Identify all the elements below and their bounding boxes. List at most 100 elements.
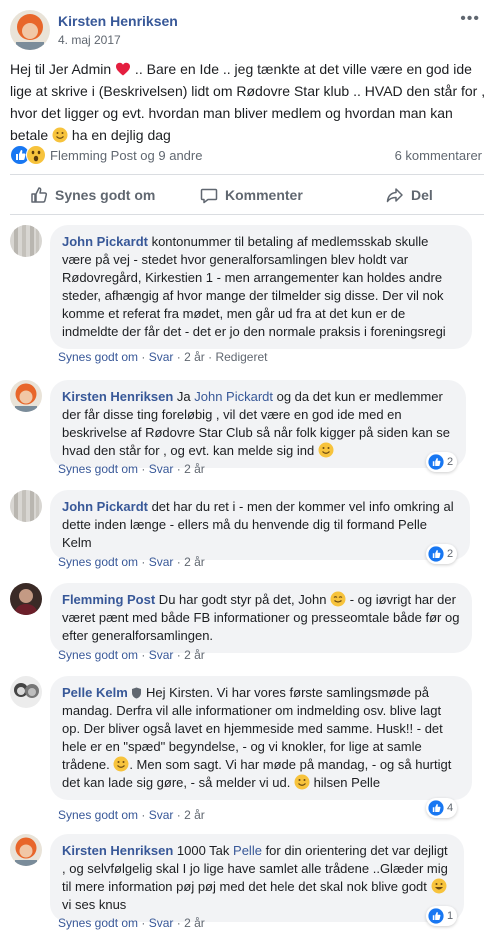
comment-icon: [200, 188, 218, 204]
comment-bubble: Kirsten Henriksen Ja John Pickardt og da…: [50, 380, 466, 468]
comment-author[interactable]: Pelle Kelm: [62, 685, 128, 700]
comment-author[interactable]: Kirsten Henriksen: [62, 843, 173, 858]
comment-text: Ja: [173, 389, 195, 404]
comment-time[interactable]: 2 år: [184, 555, 205, 569]
comment-like-count[interactable]: 4: [426, 798, 458, 818]
commenter-avatar[interactable]: [10, 225, 42, 257]
comment-text: hilsen Pelle: [309, 775, 381, 790]
comment-time[interactable]: 2 år: [184, 916, 205, 930]
comment-author[interactable]: Flemming Post: [62, 592, 155, 607]
comment-text: kontonummer til betaling af medlemsskab …: [62, 234, 446, 339]
comment-text: vi ses knus: [62, 897, 127, 912]
comment-reply-link[interactable]: Svar: [149, 350, 174, 364]
thumbs-up-icon: [31, 187, 48, 203]
comment-meta: Synes godt om · Svar · 2 år: [58, 808, 205, 822]
post-header: Kirsten Henriksen 4. maj 2017 •••: [10, 10, 484, 50]
meta-separator: ·: [138, 648, 149, 662]
grin-emoji-icon: [431, 878, 447, 894]
smile-emoji-icon: [113, 756, 129, 772]
like-reaction-icon: [428, 454, 444, 470]
comment-like-link[interactable]: Synes godt om: [58, 808, 138, 822]
comment-mention[interactable]: Pelle: [233, 843, 262, 858]
meta-separator: ·: [173, 555, 185, 569]
like-count-value: 1: [447, 910, 454, 922]
comment-reply-link[interactable]: Svar: [149, 808, 174, 822]
comment-meta: Synes godt om · Svar · 2 år: [58, 648, 205, 662]
comment-like-link[interactable]: Synes godt om: [58, 648, 138, 662]
comment-button[interactable]: Kommenter: [200, 178, 303, 212]
reaction-icons[interactable]: [10, 145, 50, 165]
comment-like-link[interactable]: Synes godt om: [58, 350, 138, 364]
like-button[interactable]: Synes godt om: [30, 178, 155, 212]
comment-label: Kommenter: [225, 187, 303, 203]
comment-meta: Synes godt om · Svar · 2 år: [58, 462, 205, 476]
post-text-part: Hej til Jer Admin: [10, 61, 116, 77]
comment-reply-link[interactable]: Svar: [149, 648, 174, 662]
more-options-icon[interactable]: •••: [460, 10, 480, 28]
comment-meta: Synes godt om · Svar · 2 år: [58, 916, 205, 930]
comment-bubble: Kirsten Henriksen 1000 Tak Pelle for din…: [50, 834, 464, 922]
comment-like-count[interactable]: 2: [426, 544, 458, 564]
meta-separator: ·: [138, 555, 149, 569]
meta-separator: ·: [173, 462, 185, 476]
commenter-avatar[interactable]: [10, 834, 42, 866]
comment-time[interactable]: 2 år: [184, 808, 205, 822]
red-heart-icon: [116, 62, 131, 76]
commenter-avatar[interactable]: [10, 676, 42, 708]
comment-bubble: John Pickardt det har du ret i - men der…: [50, 490, 470, 560]
comment-author[interactable]: John Pickardt: [62, 234, 148, 249]
meta-separator: ·: [138, 916, 149, 930]
comment-reply-link[interactable]: Svar: [149, 462, 174, 476]
share-button[interactable]: Del: [386, 178, 433, 212]
commenter-avatar[interactable]: [10, 380, 42, 412]
post-author-name[interactable]: Kirsten Henriksen: [58, 13, 178, 29]
like-count-value: 4: [447, 802, 454, 814]
comment-time[interactable]: 2 år: [184, 350, 205, 364]
reactions-summary[interactable]: Flemming Post og 9 andre: [50, 148, 202, 163]
comment-bubble: Flemming Post Du har godt styr på det, J…: [50, 583, 472, 653]
divider: [10, 174, 484, 175]
admin-shield-icon: [132, 687, 142, 699]
comment-reply-link[interactable]: Svar: [149, 916, 174, 930]
comment-like-link[interactable]: Synes godt om: [58, 555, 138, 569]
comment-time[interactable]: 2 år: [184, 648, 205, 662]
grin-emoji-icon: [330, 591, 346, 607]
post-text-part: ha en dejlig dag: [68, 127, 171, 143]
like-reaction-icon: [428, 908, 444, 924]
meta-separator: ·: [204, 350, 216, 364]
like-reaction-icon: [428, 800, 444, 816]
commenter-avatar[interactable]: [10, 583, 42, 615]
post-date[interactable]: 4. maj 2017: [58, 33, 121, 47]
share-label: Del: [411, 187, 433, 203]
comment-text: Du har godt styr på det, John: [155, 592, 331, 607]
comment-author[interactable]: John Pickardt: [62, 499, 148, 514]
meta-separator: ·: [173, 916, 185, 930]
comment-mention[interactable]: John Pickardt: [194, 389, 273, 404]
comment-bubble: John Pickardt kontonummer til betaling a…: [50, 225, 472, 349]
smile-emoji-icon: [318, 442, 334, 458]
smile-emoji-icon: [52, 127, 68, 143]
comment-author[interactable]: Kirsten Henriksen: [62, 389, 173, 404]
meta-separator: ·: [138, 808, 149, 822]
smile-emoji-icon: [294, 774, 310, 790]
meta-separator: ·: [173, 350, 185, 364]
comment-like-link[interactable]: Synes godt om: [58, 916, 138, 930]
post-actions: Synes godt om Kommenter Del: [10, 178, 484, 212]
comment-meta: Synes godt om · Svar · 2 år · Redigeret: [58, 350, 267, 364]
comment-like-link[interactable]: Synes godt om: [58, 462, 138, 476]
meta-separator: ·: [173, 808, 185, 822]
author-avatar[interactable]: [10, 10, 50, 50]
comment-like-count[interactable]: 1: [426, 906, 458, 926]
comment-reply-link[interactable]: Svar: [149, 555, 174, 569]
comment-text: 1000 Tak: [173, 843, 234, 858]
like-count-value: 2: [447, 548, 454, 560]
wow-reaction-icon: [26, 145, 46, 165]
comment-like-count[interactable]: 2: [426, 452, 458, 472]
comment-time[interactable]: 2 år: [184, 462, 205, 476]
comments-count[interactable]: 6 kommentarer: [395, 148, 482, 163]
meta-separator: ·: [173, 648, 185, 662]
like-label: Synes godt om: [55, 187, 156, 203]
meta-separator: ·: [138, 350, 149, 364]
comment-bubble: Pelle Kelm Hej Kirsten. Vi har vores før…: [50, 676, 472, 800]
commenter-avatar[interactable]: [10, 490, 42, 522]
